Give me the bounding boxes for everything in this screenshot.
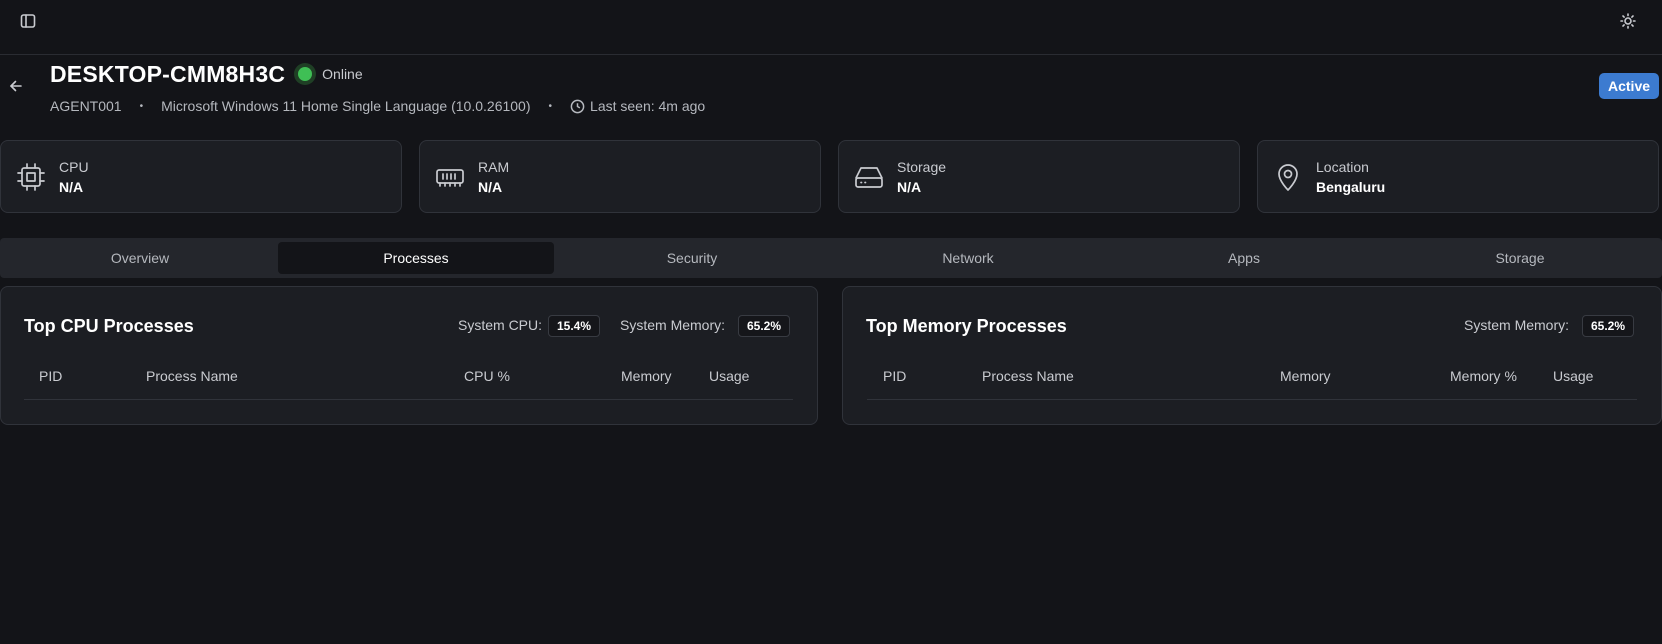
- system-cpu-value: 15.4%: [548, 315, 601, 337]
- stat-label: CPU: [59, 159, 89, 175]
- table-divider: [867, 399, 1637, 400]
- cpu-processes-panel: Top CPU Processes System CPU: 15.4% Syst…: [0, 286, 818, 425]
- last-seen: Last seen: 4m ago: [590, 98, 706, 114]
- cpu-icon: [15, 161, 47, 193]
- stat-card-storage: Storage N/A: [838, 140, 1240, 213]
- panel-title: Top Memory Processes: [866, 316, 1067, 336]
- column-header-pid[interactable]: PID: [883, 368, 906, 384]
- tab-storage[interactable]: Storage: [1382, 242, 1658, 274]
- stat-label: Location: [1316, 159, 1369, 175]
- stat-card-ram: RAM N/A: [419, 140, 821, 213]
- online-status-icon: [294, 63, 317, 85]
- column-header-usage[interactable]: Usage: [709, 368, 749, 384]
- os-info: Microsoft Windows 11 Home Single Languag…: [161, 98, 531, 114]
- tab-apps[interactable]: Apps: [1106, 242, 1382, 274]
- tab-bar: Overview Processes Security Network Apps…: [0, 238, 1662, 278]
- tab-processes[interactable]: Processes: [278, 242, 554, 274]
- meta-separator: •: [548, 100, 553, 112]
- column-header-memory-percent[interactable]: Memory %: [1450, 368, 1517, 384]
- meta-row: AGENT001 • Microsoft Windows 11 Home Sin…: [50, 96, 705, 116]
- table-divider: [24, 399, 793, 400]
- panel-title: Top CPU Processes: [24, 316, 194, 336]
- system-memory-value: 65.2%: [1582, 315, 1635, 337]
- page-title: DESKTOP-CMM8H3C: [50, 60, 286, 87]
- column-header-process-name[interactable]: Process Name: [146, 368, 238, 384]
- stat-value: Bengaluru: [1316, 179, 1386, 195]
- tab-overview[interactable]: Overview: [2, 242, 278, 274]
- stat-value: N/A: [897, 179, 922, 195]
- column-header-usage[interactable]: Usage: [1553, 368, 1593, 384]
- column-header-cpu-percent[interactable]: CPU %: [464, 368, 510, 384]
- system-cpu-label: System CPU:: [458, 317, 543, 333]
- column-header-memory[interactable]: Memory: [621, 368, 672, 384]
- back-arrow-icon[interactable]: [4, 74, 28, 98]
- location-pin-icon: [1272, 161, 1304, 193]
- system-memory-label: System Memory:: [1464, 317, 1570, 333]
- sidebar-toggle-icon[interactable]: [16, 9, 40, 33]
- stat-value: N/A: [59, 179, 84, 195]
- tab-security[interactable]: Security: [554, 242, 830, 274]
- status-text: Online: [322, 66, 363, 82]
- clock-icon: [570, 99, 585, 114]
- sun-icon[interactable]: [1616, 9, 1640, 33]
- system-memory-value: 65.2%: [738, 315, 791, 337]
- column-header-process-name[interactable]: Process Name: [982, 368, 1074, 384]
- stat-card-cpu: CPU N/A: [0, 140, 402, 213]
- stat-card-location: Location Bengaluru: [1257, 140, 1659, 213]
- top-bar: [0, 0, 1662, 55]
- stat-label: Storage: [897, 159, 947, 175]
- meta-separator: •: [139, 100, 144, 112]
- stat-label: RAM: [478, 159, 510, 175]
- memory-processes-panel: Top Memory Processes System Memory: 65.2…: [842, 286, 1662, 425]
- title-row: DESKTOP-CMM8H3C Online: [50, 58, 363, 90]
- device-header: DESKTOP-CMM8H3C Online AGENT001 • Micros…: [0, 56, 1662, 126]
- tab-network[interactable]: Network: [830, 242, 1106, 274]
- system-memory-label: System Memory:: [620, 317, 726, 333]
- status-badge: Active: [1599, 73, 1660, 99]
- ram-icon: [434, 161, 466, 193]
- stat-value: N/A: [478, 179, 503, 195]
- column-header-pid[interactable]: PID: [39, 368, 62, 384]
- agent-id: AGENT001: [50, 98, 122, 114]
- storage-icon: [853, 161, 885, 193]
- column-header-memory[interactable]: Memory: [1280, 368, 1331, 384]
